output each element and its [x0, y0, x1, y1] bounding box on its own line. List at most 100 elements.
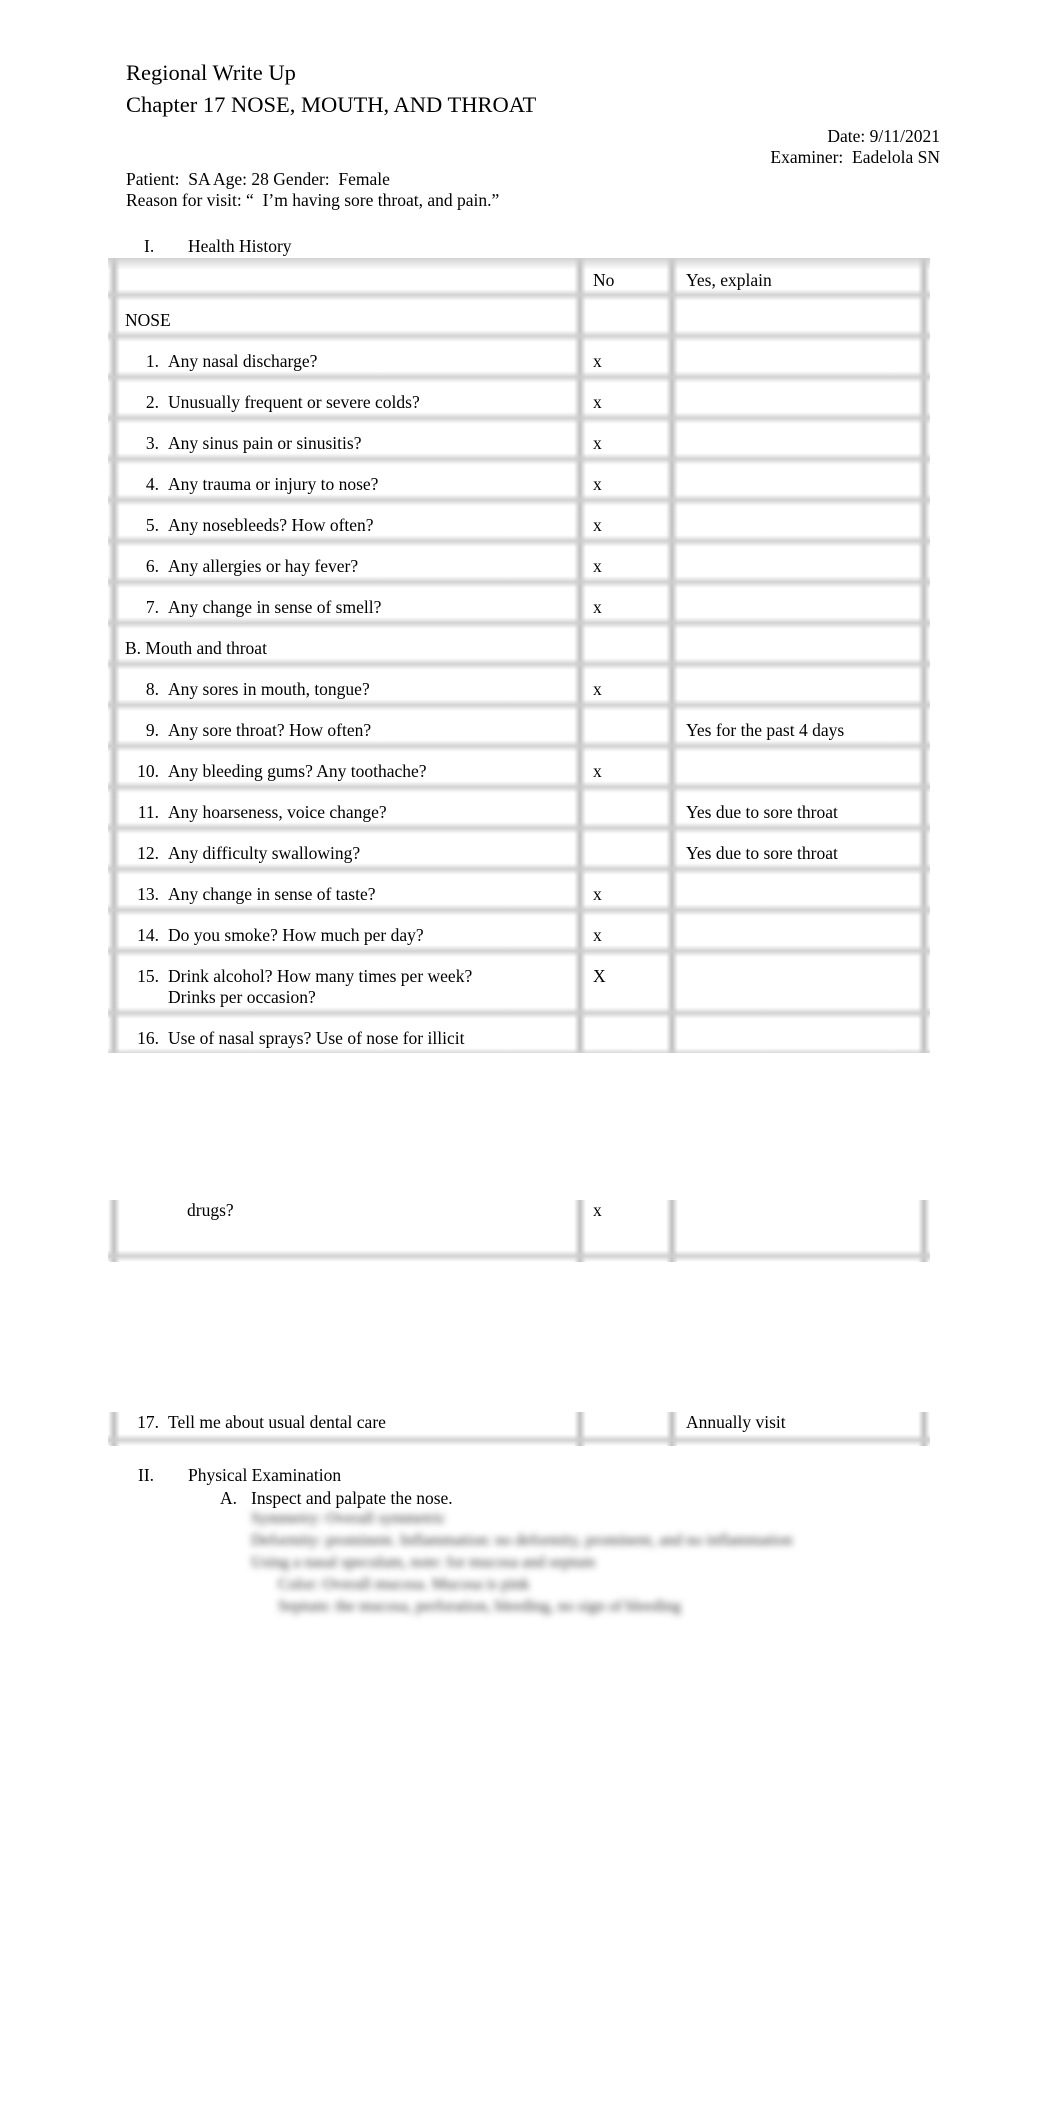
question-text: Any change in sense of smell? — [168, 597, 382, 617]
health-history-table-cont: drugs? x — [108, 1200, 930, 1262]
table-row: 3. Any sinus pain or sinusitis? x — [108, 424, 930, 465]
document-title: Regional Write Up — [126, 60, 296, 85]
question-text: Any sores in mouth, tongue? — [168, 679, 370, 699]
health-history-table: No Yes, explain NOSE 1. Any nasal dischar… — [108, 258, 930, 1053]
patient-info: Patient: SA Age: 28 Gender: Female — [126, 169, 390, 189]
table-row: 5. Any nosebleeds? How often? x — [108, 506, 930, 547]
question-number: 13. — [137, 884, 159, 904]
question-number: 6. — [145, 556, 159, 576]
table-row: 14. Do you smoke? How much per day? x — [108, 916, 930, 957]
section-numeral-2: II. — [138, 1465, 155, 1485]
table-row: 10. Any bleeding gums? Any toothache? x — [108, 752, 930, 793]
exam-item-a-text: Inspect and palpate the nose. — [251, 1488, 453, 1508]
section-label-nose: NOSE — [125, 310, 171, 330]
table-row: 12. Any difficulty swallowing? Yes due to … — [108, 834, 930, 875]
question-text: Any bleeding gums? Any toothache? — [168, 761, 427, 781]
question-number: 16. — [137, 1028, 159, 1048]
blurred-note-line: Septum: the mucosa, perforation, bleedin… — [278, 1598, 682, 1615]
table-row-q17: 17. Tell me about usual dental care Annua… — [108, 1412, 930, 1446]
question-number: 17. — [137, 1412, 159, 1432]
question-number: 14. — [137, 925, 159, 945]
table-row-q16-cont: drugs? x — [108, 1200, 930, 1262]
table-row: 4. Any trauma or injury to nose? x — [108, 465, 930, 506]
question-text: Any allergies or hay fever? — [168, 556, 359, 576]
question-text: Any change in sense of taste? — [168, 884, 376, 904]
question-text: Any difficulty swallowing? — [168, 843, 361, 863]
table-header-row: No Yes, explain — [108, 260, 930, 301]
answer-no: x — [593, 597, 602, 617]
answer-no: x — [593, 392, 602, 412]
blurred-note-line: Symmetry: Overall symmetric — [251, 1510, 446, 1527]
table-row: 11. Any hoarseness, voice change? Yes due … — [108, 793, 930, 834]
question-text: Drink alcohol? How many times per week? — [168, 966, 473, 986]
question-number: 11. — [137, 802, 159, 822]
question-text: Any sore throat? How often? — [168, 720, 372, 740]
reason-for-visit: Reason for visit: “ I’m having sore thro… — [126, 190, 500, 210]
question-number: 3. — [145, 433, 159, 453]
health-history-table-cont-2: 17. Tell me about usual dental care Annua… — [108, 1412, 930, 1446]
date-label: Date: — [827, 126, 866, 146]
question-number: 9. — [145, 720, 159, 740]
table-row: 1. Any nasal discharge? x — [108, 342, 930, 383]
section-row-mouth: B. Mouth and throat — [108, 629, 930, 670]
table-row: 7. Any change in sense of smell? x — [108, 588, 930, 629]
question-text: Any nosebleeds? How often? — [168, 515, 374, 535]
date-line: Date: 9/11/2021 — [827, 126, 940, 147]
question-number: 4. — [145, 474, 159, 494]
question-number: 2. — [145, 392, 159, 412]
examiner-line: Examiner: Eadelola SN — [770, 147, 940, 168]
answer-no: X — [593, 966, 606, 986]
question-number: 5. — [145, 515, 159, 535]
answer-no: x — [593, 351, 602, 371]
answer-yes: Yes for the past 4 days — [686, 720, 845, 740]
answer-no: x — [593, 515, 602, 535]
section-row-nose: NOSE — [108, 301, 930, 342]
examiner-label: Examiner: — [770, 147, 844, 167]
date-value: 9/11/2021 — [869, 126, 940, 146]
section-title-health-history: Health History — [188, 236, 292, 256]
question-text: Any trauma or injury to nose? — [168, 474, 379, 494]
answer-no: x — [593, 884, 602, 904]
question-text: Use of nasal sprays? Use of nose for ill… — [168, 1028, 465, 1048]
blurred-note-line: Using a nasal speculum, note: for mucosa… — [251, 1554, 596, 1571]
table-row-q15: 15. Drink alcohol? How many times per wee… — [108, 957, 930, 1019]
table-row: 2. Unusually frequent or severe colds? x — [108, 383, 930, 424]
section-label-mouth: B. Mouth and throat — [125, 638, 267, 658]
blurred-note-line: Deformity: prominent. Inflammation: no d… — [251, 1532, 793, 1549]
question-number: 15. — [137, 966, 159, 986]
question-number: 8. — [145, 679, 159, 699]
column-header-yes: Yes, explain — [686, 270, 772, 290]
answer-no: x — [593, 433, 602, 453]
table-row-q16: 16. Use of nasal sprays? Use of nose for … — [108, 1019, 930, 1053]
question-number: 1. — [145, 351, 159, 371]
question-text: Any hoarseness, voice change? — [168, 802, 387, 822]
answer-no: x — [593, 925, 602, 945]
answer-yes: Yes due to sore throat — [686, 843, 838, 863]
answer-yes: Annually visit — [686, 1412, 786, 1432]
table-row: 9. Any sore throat? How often? Yes for the… — [108, 711, 930, 752]
question-text: Unusually frequent or severe colds? — [168, 392, 420, 412]
question-number: 10. — [137, 761, 159, 781]
question-text: Tell me about usual dental care — [168, 1412, 386, 1432]
section-numeral-1: I. — [144, 236, 155, 256]
section-title-physical-exam: Physical Examination — [188, 1465, 342, 1485]
answer-no: x — [593, 1200, 602, 1220]
answer-no: x — [593, 679, 602, 699]
question-text-cont: Drinks per occasion? — [168, 987, 316, 1007]
answer-no: x — [593, 474, 602, 494]
question-number: 7. — [145, 597, 159, 617]
question-text: Any sinus pain or sinusitis? — [168, 433, 362, 453]
question-text: Any nasal discharge? — [168, 351, 318, 371]
table-row: 6. Any allergies or hay fever? x — [108, 547, 930, 588]
answer-yes: Yes due to sore throat — [686, 802, 838, 822]
answer-no: x — [593, 761, 602, 781]
question-text: Do you smoke? How much per day? — [168, 925, 424, 945]
chapter-title: Chapter 17 NOSE, MOUTH, AND THROAT — [126, 92, 537, 117]
examiner-value: Eadelola SN — [852, 147, 940, 167]
table-row: 13. Any change in sense of taste? x — [108, 875, 930, 916]
column-header-no: No — [593, 270, 615, 290]
question-number: 12. — [137, 843, 159, 863]
blurred-note-line: Color: Overall mucosa. Mucosa is pink — [278, 1576, 530, 1593]
question-text-cont: drugs? — [187, 1200, 234, 1220]
table-row: 8. Any sores in mouth, tongue? x — [108, 670, 930, 711]
